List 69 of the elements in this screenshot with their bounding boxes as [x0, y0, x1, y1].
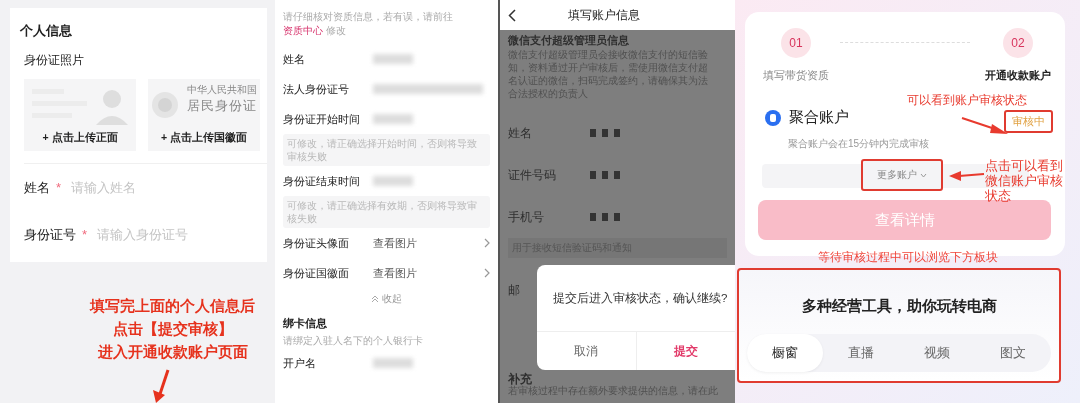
row-label: 邮: [508, 282, 520, 299]
annotation-arrow: [949, 170, 985, 182]
field-label: 身份证照片: [24, 52, 84, 69]
card-text: 居民身份证: [187, 97, 257, 115]
annotation-arrow: [960, 116, 1010, 136]
upload-card[interactable]: + 点击上传正面: [24, 79, 136, 151]
row-label: 法人身份证号: [283, 81, 350, 97]
upload-card[interactable]: 中华人民共和国 居民身份证 + 点击上传国徽面: [148, 79, 260, 151]
annotation-text: 微信账户审核: [985, 174, 1063, 189]
section-title: 个人信息: [20, 22, 72, 40]
card-title: 多种经营工具，助你玩转电商: [800, 297, 998, 316]
chevron-icon: [484, 268, 490, 278]
annotation-text: 点击可以看到: [985, 159, 1063, 174]
field-label: 身份证号: [24, 225, 76, 244]
row-label: 身份证头像面: [283, 235, 350, 251]
field-label: 姓名: [24, 178, 50, 197]
back-icon[interactable]: [508, 8, 516, 22]
annotation-text: 可以看到账户审核状态: [907, 92, 1027, 109]
annotation-text: 点击【提交审核】: [112, 320, 233, 339]
card-text: 中华人民共和国: [187, 83, 257, 97]
tab[interactable]: 橱窗: [747, 334, 823, 372]
tab[interactable]: 视频: [899, 334, 975, 372]
annotation-text: 进入开通收款账户页面: [97, 343, 248, 362]
account-name: 聚合账户: [789, 108, 849, 127]
masked-value: [590, 171, 620, 179]
qualification-center-link[interactable]: 资质中心: [283, 25, 323, 36]
section-title: 补充: [508, 371, 532, 386]
tab[interactable]: 图文: [975, 334, 1051, 372]
view-image-link[interactable]: 查看图片: [373, 265, 484, 281]
status-badge: 审核中: [1004, 110, 1053, 133]
row-label: 身份证开始时间: [283, 111, 361, 127]
page-title: 填写账户信息: [568, 6, 640, 24]
account-note: 聚合账户会在15分钟内完成审核: [788, 137, 930, 151]
row-label: 手机号: [508, 208, 545, 226]
step-number: 01: [781, 28, 811, 58]
step-number: 02: [1003, 28, 1033, 58]
upload-label: + 点击上传正面: [41, 131, 119, 145]
more-accounts-button[interactable]: 更多账户: [861, 159, 943, 191]
row-label: 姓名: [283, 51, 306, 67]
upload-label: + 点击上传国徽面: [159, 131, 249, 145]
blurred-value: [373, 54, 413, 64]
required-mark: *: [82, 227, 88, 242]
cancel-button[interactable]: 取消: [537, 332, 636, 370]
row-label: 姓名: [508, 124, 533, 142]
collapse-icon: [371, 295, 379, 303]
row-label: 身份证结束时间: [283, 173, 361, 189]
notice-text: 请仔细核对资质信息，若有误，请前往 资质中心 修改: [283, 10, 454, 38]
row-label: 开户名: [283, 355, 317, 371]
blurred-value: [373, 114, 413, 124]
tab[interactable]: 直播: [823, 334, 899, 372]
row-label: 身份证国徽面: [283, 265, 350, 281]
required-mark: *: [56, 180, 62, 195]
masked-value: [590, 213, 620, 221]
collapse-link[interactable]: 收起: [283, 288, 490, 310]
caret-icon: [920, 172, 927, 178]
section-title: 微信支付超级管理员信息: [508, 34, 629, 46]
step-label: 开通收款账户: [985, 68, 1051, 83]
row-label: 证件号码: [508, 166, 557, 184]
step-label: 填写带货资质: [763, 68, 829, 83]
view-image-link[interactable]: 查看图片: [373, 235, 484, 251]
annotation-text: 等待审核过程中可以浏览下方板块: [816, 249, 999, 266]
masked-value: [590, 129, 620, 137]
chevron-icon: [484, 238, 490, 248]
dialog-message: 提交后进入审核状态，确认继续?: [553, 290, 728, 306]
section-subtitle: 请绑定入驻人名下的个人银行卡: [283, 334, 424, 348]
annotation-text: 填写完上面的个人信息后: [90, 297, 255, 316]
section-title: 绑卡信息: [283, 316, 327, 331]
blurred-value: [373, 176, 413, 186]
blurred-value: [373, 358, 413, 368]
